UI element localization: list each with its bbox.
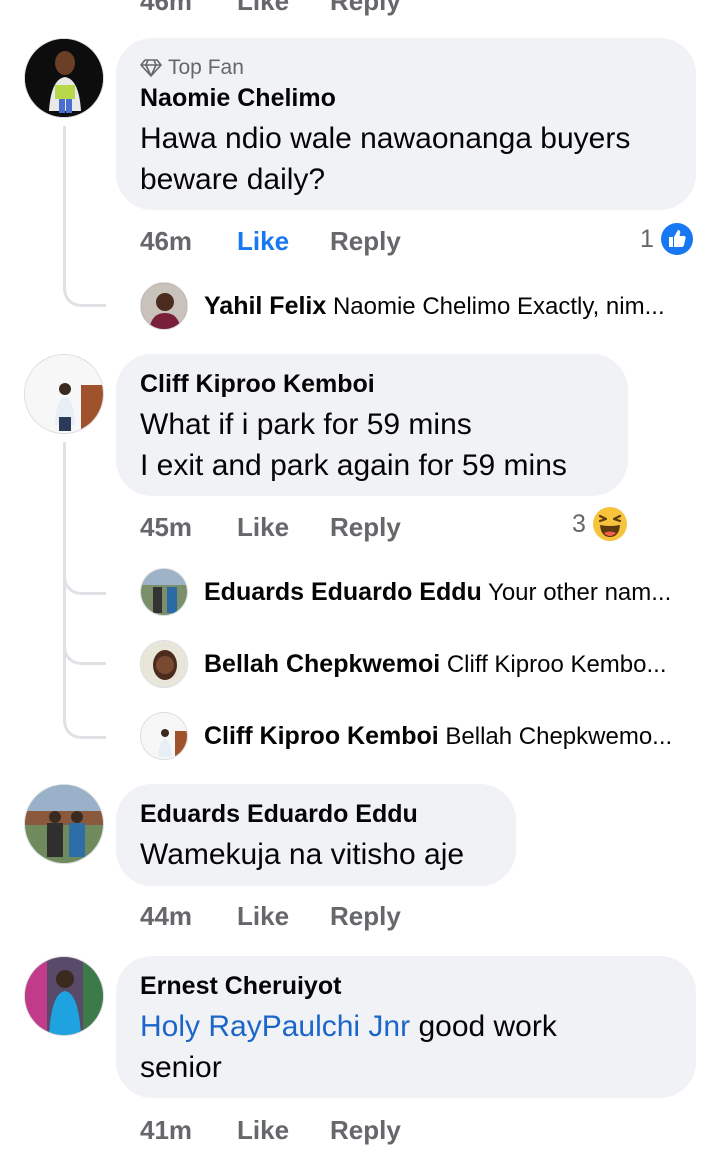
- like-button[interactable]: Like: [237, 512, 289, 543]
- comment-time: 46m: [140, 226, 193, 256]
- reply-button[interactable]: Reply: [330, 512, 401, 543]
- thread-branch: [63, 624, 106, 665]
- reaction-count: 3: [572, 509, 586, 538]
- badge-label: Top Fan: [168, 56, 244, 79]
- comment-line: senior: [140, 1051, 222, 1084]
- thread-line: [63, 126, 66, 266]
- like-icon: [660, 223, 693, 255]
- avatar[interactable]: [24, 784, 104, 864]
- reply-author[interactable]: Bellah Chepkwemoi: [204, 650, 440, 678]
- reply-row[interactable]: Bellah Chepkwemoi Cliff Kiproo Kembo...: [204, 650, 698, 679]
- mention-link[interactable]: Holy RayPaulchi Jnr: [140, 1010, 410, 1043]
- reaction-count: 1: [640, 224, 654, 253]
- comment-time: 46m: [140, 0, 193, 16]
- reply-button[interactable]: Reply: [330, 1115, 401, 1146]
- comment-time: 44m: [140, 901, 193, 931]
- reply-row[interactable]: Yahil Felix Naomie Chelimo Exactly, nim.…: [204, 292, 698, 321]
- comment-text-rest: good work: [410, 1010, 557, 1043]
- like-button[interactable]: Like: [237, 901, 289, 932]
- reply-button[interactable]: Reply: [330, 901, 401, 932]
- comment-text: What if i park for 59 mins I exit and pa…: [140, 404, 567, 486]
- comment-author[interactable]: Cliff Kiproo Kemboi: [140, 370, 375, 399]
- comment-text: Wamekuja na vitisho aje: [140, 834, 464, 875]
- like-button[interactable]: Like: [237, 1115, 289, 1146]
- reply-row[interactable]: Cliff Kiproo Kemboi Bellah Chepkwemo...: [204, 722, 698, 751]
- reply-author[interactable]: Yahil Felix: [204, 292, 326, 320]
- avatar[interactable]: [24, 956, 104, 1036]
- comment-author[interactable]: Naomie Chelimo: [140, 84, 336, 113]
- comment-bubble[interactable]: Cliff Kiproo Kemboi What if i park for 5…: [116, 354, 628, 496]
- reply-avatar[interactable]: [140, 640, 188, 688]
- reply-avatar[interactable]: [140, 568, 188, 616]
- reply-avatar[interactable]: [140, 282, 188, 330]
- reply-preview: Bellah Chepkwemo...: [445, 723, 673, 750]
- comment-author[interactable]: Eduards Eduardo Eddu: [140, 800, 418, 829]
- reply-row[interactable]: Eduards Eduardo Eddu Your other nam...: [204, 578, 698, 607]
- comment-line: beware daily?: [140, 163, 326, 196]
- comment-line: Hawa ndio wale nawaonanga buyers: [140, 122, 631, 155]
- like-button[interactable]: Like: [237, 226, 289, 257]
- comment-line: I exit and park again for 59 mins: [140, 449, 567, 482]
- comment-time: 45m: [140, 512, 193, 542]
- comment-bubble[interactable]: Top Fan Naomie Chelimo Hawa ndio wale na…: [116, 38, 696, 210]
- comment-bubble[interactable]: Eduards Eduardo Eddu Wamekuja na vitisho…: [116, 784, 516, 886]
- comment-bubble[interactable]: Ernest Cheruiyot Holy RayPaulchi Jnr goo…: [116, 956, 696, 1098]
- top-fan-badge: Top Fan: [140, 56, 244, 80]
- reply-preview: Cliff Kiproo Kembo...: [446, 651, 667, 678]
- comment-line: Holy RayPaulchi Jnr good work: [140, 1006, 557, 1047]
- reply-button[interactable]: Reply: [330, 226, 401, 257]
- avatar[interactable]: [24, 354, 104, 434]
- thread-branch: [63, 552, 106, 595]
- reply-avatar[interactable]: [140, 712, 188, 760]
- comment-time: 41m: [140, 1115, 193, 1145]
- comment-text: Holy RayPaulchi Jnr good work senior: [140, 1006, 557, 1088]
- haha-icon: [592, 507, 627, 541]
- diamond-icon: [140, 59, 162, 77]
- reaction-summary[interactable]: 3: [572, 506, 628, 542]
- thread-branch: [63, 266, 106, 307]
- comment-line: Wamekuja na vitisho aje: [140, 838, 465, 871]
- reply-preview: Naomie Chelimo Exactly, nim...: [332, 293, 665, 320]
- reply-author[interactable]: Cliff Kiproo Kemboi: [204, 722, 439, 750]
- comment-line: What if i park for 59 mins: [140, 408, 472, 441]
- reply-button[interactable]: Reply: [330, 0, 401, 17]
- reply-preview: Your other nam...: [488, 579, 672, 606]
- comment-author[interactable]: Ernest Cheruiyot: [140, 972, 341, 1001]
- thread-branch: [63, 662, 106, 739]
- reply-author[interactable]: Eduards Eduardo Eddu: [204, 578, 482, 606]
- like-button[interactable]: Like: [237, 0, 289, 17]
- comment-text: Hawa ndio wale nawaonanga buyers beware …: [140, 118, 630, 200]
- reaction-summary[interactable]: 1: [640, 222, 694, 256]
- avatar[interactable]: [24, 38, 104, 118]
